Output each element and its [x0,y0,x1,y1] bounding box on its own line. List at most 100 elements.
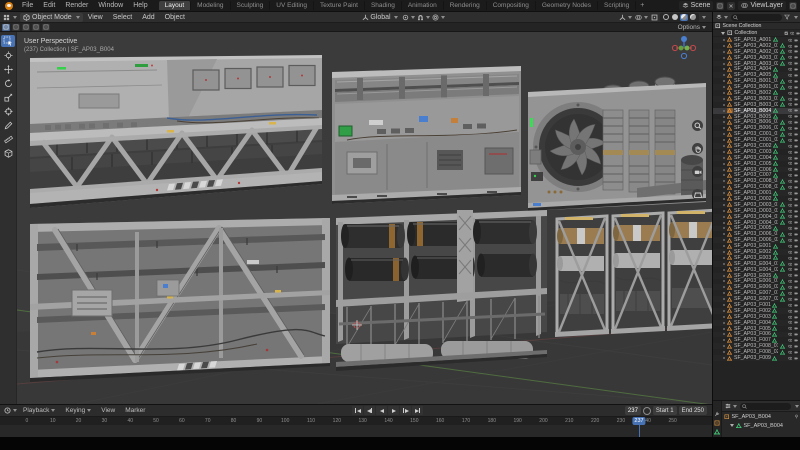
eye-icon[interactable] [788,297,793,302]
disclosure-dot-icon[interactable] [723,51,725,53]
eye-icon[interactable] [788,156,793,161]
camera-icon[interactable] [794,297,799,302]
measure-tool[interactable] [1,133,15,145]
eye-icon[interactable] [788,291,793,296]
eye-icon[interactable] [788,232,793,237]
disclosure-dot-icon[interactable] [723,292,725,294]
eye-icon[interactable] [788,191,793,196]
eye-icon[interactable] [788,197,793,202]
camera-icon[interactable] [794,126,799,131]
eye-icon[interactable] [788,279,793,284]
menu-item[interactable]: Render [60,2,93,9]
disclosure-dot-icon[interactable] [723,322,725,324]
camera-icon[interactable] [794,262,799,267]
camera-icon[interactable] [794,150,799,155]
eye-icon[interactable] [788,303,793,308]
camera-icon[interactable] [794,85,799,90]
tool-options-dropdown[interactable]: Options [678,24,706,31]
disclosure-dot-icon[interactable] [723,351,725,353]
camera-icon[interactable] [794,279,799,284]
auto-keying-button[interactable] [643,407,651,415]
properties-options-icon[interactable] [795,405,799,408]
camera-icon[interactable] [794,44,799,49]
eye-icon[interactable] [788,273,793,278]
properties-editor-dropdown[interactable] [724,402,738,411]
eye-icon[interactable] [788,161,793,166]
camera-icon[interactable] [794,197,799,202]
eye-icon[interactable] [790,31,795,36]
camera-icon[interactable] [794,209,799,214]
tool-tab-icon[interactable] [714,411,720,417]
workspace-tab[interactable]: Animation [402,1,444,10]
box-select-tool[interactable] [1,35,15,47]
camera-icon[interactable] [794,49,799,54]
select-new-mode-button[interactable] [2,24,10,31]
data-tab-icon[interactable] [714,429,720,435]
workspace-tab[interactable]: Rendering [444,1,487,10]
start-frame-field[interactable]: Start 1 [653,406,677,415]
disclosure-dot-icon[interactable] [723,139,725,141]
outliner-search[interactable] [731,14,782,21]
proportional-edit-dropdown[interactable] [431,13,446,22]
disclosure-dot-icon[interactable] [723,345,725,347]
camera-icon[interactable] [794,344,799,349]
disclosure-dot-icon[interactable] [723,357,725,359]
disclosure-dot-icon[interactable] [723,74,725,76]
disclosure-dot-icon[interactable] [723,204,725,206]
camera-icon[interactable] [794,120,799,125]
workspace-tab[interactable]: Sculpting [231,1,271,10]
workspace-tab[interactable]: Shading [365,1,402,10]
add-cube-tool[interactable] [1,147,15,159]
eye-icon[interactable] [788,49,793,54]
select-invert-mode-button[interactable] [32,24,40,31]
transform-tool[interactable] [1,105,15,117]
eye-icon[interactable] [788,120,793,125]
disclosure-dot-icon[interactable] [723,127,725,129]
workspace-tab[interactable]: Texture Paint [314,1,365,10]
snap-toggle[interactable] [416,13,431,22]
disclosure-dot-icon[interactable] [723,310,725,312]
editor-type-dropdown[interactable] [0,14,20,21]
viewlayer-selector[interactable]: ViewLayer [738,1,786,10]
disclosure-dot-icon[interactable] [723,239,725,241]
menu-item[interactable]: Edit [38,2,60,9]
disclosure-dot-icon[interactable] [723,133,725,135]
disclosure-dot-icon[interactable] [723,45,725,47]
camera-icon[interactable] [794,232,799,237]
camera-icon[interactable] [794,161,799,166]
disclosure-dot-icon[interactable] [723,298,725,300]
annotate-tool[interactable] [1,119,15,131]
disclosure-dot-icon[interactable] [723,245,725,247]
workspace-tab[interactable]: UV Editing [270,1,314,10]
model-panel-f[interactable] [555,210,712,337]
disclosure-dot-icon[interactable] [723,121,725,123]
camera-icon[interactable] [794,350,799,355]
camera-icon[interactable] [794,256,799,261]
disclosure-dot-icon[interactable] [723,174,725,176]
camera-icon[interactable] [794,173,799,178]
camera-icon[interactable] [794,79,799,84]
filter-dropdown-icon[interactable] [794,16,798,19]
select-extend-mode-button[interactable] [12,24,20,31]
new-scene-button[interactable] [716,2,724,10]
cursor-tool[interactable] [1,49,15,61]
playhead-frame-label[interactable]: 237 [632,417,645,425]
disclosure-dot-icon[interactable] [723,210,725,212]
eye-icon[interactable] [788,173,793,178]
disclosure-dot-icon[interactable] [723,116,725,118]
camera-icon[interactable] [794,114,799,119]
camera-icon[interactable] [794,244,799,249]
camera-icon[interactable] [794,132,799,137]
workspace-tab[interactable]: Compositing [487,1,536,10]
camera-view-button[interactable] [692,166,703,177]
eye-icon[interactable] [788,126,793,131]
properties-search[interactable] [740,403,791,410]
camera-icon[interactable] [794,144,799,149]
jump-to-end-button[interactable] [412,406,423,415]
camera-icon[interactable] [794,250,799,255]
filter-funnel-icon[interactable] [784,14,790,20]
navigation-gizmo[interactable] [670,34,698,62]
workspace-tab[interactable]: Modeling [191,1,230,10]
eye-icon[interactable] [788,102,793,107]
viewport-menu-item[interactable]: View [83,14,108,21]
